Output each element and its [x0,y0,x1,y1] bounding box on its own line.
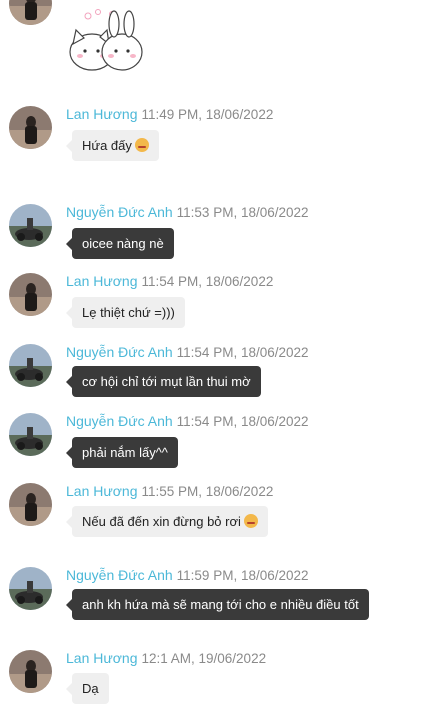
sender-name[interactable]: Lan Hương [66,650,137,666]
avatar-lan-huong[interactable] [9,650,52,693]
sender-name[interactable]: Lan Hương [66,106,137,122]
message-header: Nguyễn Đức Anh 11:53 PM, 18/06/2022 [66,204,309,221]
message-text: cơ hội chỉ tới mụt lần thui mờ [82,374,251,389]
message-text: anh kh hứa mà sẽ mang tới cho e nhiều đi… [82,597,359,612]
message-text: oicee nàng nè [82,236,164,251]
timestamp: 11:59 PM, 18/06/2022 [176,568,309,583]
message-header: Lan Hương 11:55 PM, 18/06/2022 [66,483,273,500]
timestamp: 11:54 PM, 18/06/2022 [176,345,309,360]
message-text: phải nắm lấy^^ [82,445,168,460]
sender-name[interactable]: Nguyễn Đức Anh [66,204,173,220]
avatar-lan-huong[interactable] [9,106,52,149]
message-header: Lan Hương 12:1 AM, 19/06/2022 [66,650,266,667]
message-text: Lẹ thiệt chứ =))) [82,305,175,320]
timestamp: 11:54 PM, 18/06/2022 [176,414,309,429]
message-text: Hứa đấy [82,138,132,153]
message-header: Lan Hương 11:49 PM, 18/06/2022 [66,106,273,123]
message-bubble[interactable]: Hứa đấy [66,130,159,161]
message-bubble[interactable]: Nếu đã đến xin đừng bỏ rơi [66,506,268,537]
avatar-lan-huong[interactable] [9,483,52,526]
message-bubble[interactable]: Lẹ thiệt chứ =))) [66,297,185,328]
message-header: Nguyễn Đức Anh 11:54 PM, 18/06/2022 [66,344,309,361]
timestamp: 11:54 PM, 18/06/2022 [141,274,274,289]
sender-name[interactable]: Nguyễn Đức Anh [66,567,173,583]
timestamp: 12:1 AM, 19/06/2022 [141,651,267,666]
timestamp: 11:49 PM, 18/06/2022 [141,107,274,122]
message-text: Dạ [82,681,99,696]
sender-name[interactable]: Lan Hương [66,483,137,499]
message-bubble[interactable]: anh kh hứa mà sẽ mang tới cho e nhiều đi… [66,589,369,620]
avatar-nguyen-duc-anh[interactable] [9,344,52,387]
message-text: Nếu đã đến xin đừng bỏ rơi [82,514,241,529]
message-header: Nguyễn Đức Anh 11:59 PM, 18/06/2022 [66,567,309,584]
message-bubble[interactable]: Dạ [66,673,109,704]
avatar-nguyen-duc-anh[interactable] [9,567,52,610]
sender-name[interactable]: Lan Hương [66,273,137,289]
avatar-nguyen-duc-anh[interactable] [9,204,52,247]
pouting-face-emoji-icon [134,138,149,152]
message-header: Nguyễn Đức Anh 11:54 PM, 18/06/2022 [66,413,309,430]
timestamp: 11:55 PM, 18/06/2022 [141,484,274,499]
message-bubble[interactable]: phải nắm lấy^^ [66,437,178,468]
cat-and-bunny-sticker-icon [62,6,152,78]
timestamp: 11:53 PM, 18/06/2022 [176,205,309,220]
avatar-nguyen-duc-anh[interactable] [9,413,52,456]
avatar-lan-huong[interactable] [9,273,52,316]
sender-name[interactable]: Nguyễn Đức Anh [66,344,173,360]
message-header: Lan Hương 11:54 PM, 18/06/2022 [66,273,273,290]
avatar-lan-huong[interactable] [9,0,52,25]
sender-name[interactable]: Nguyễn Đức Anh [66,413,173,429]
message-bubble[interactable]: oicee nàng nè [66,228,174,259]
message-bubble[interactable]: cơ hội chỉ tới mụt lần thui mờ [66,366,261,397]
pleading-face-emoji-icon [243,514,258,528]
